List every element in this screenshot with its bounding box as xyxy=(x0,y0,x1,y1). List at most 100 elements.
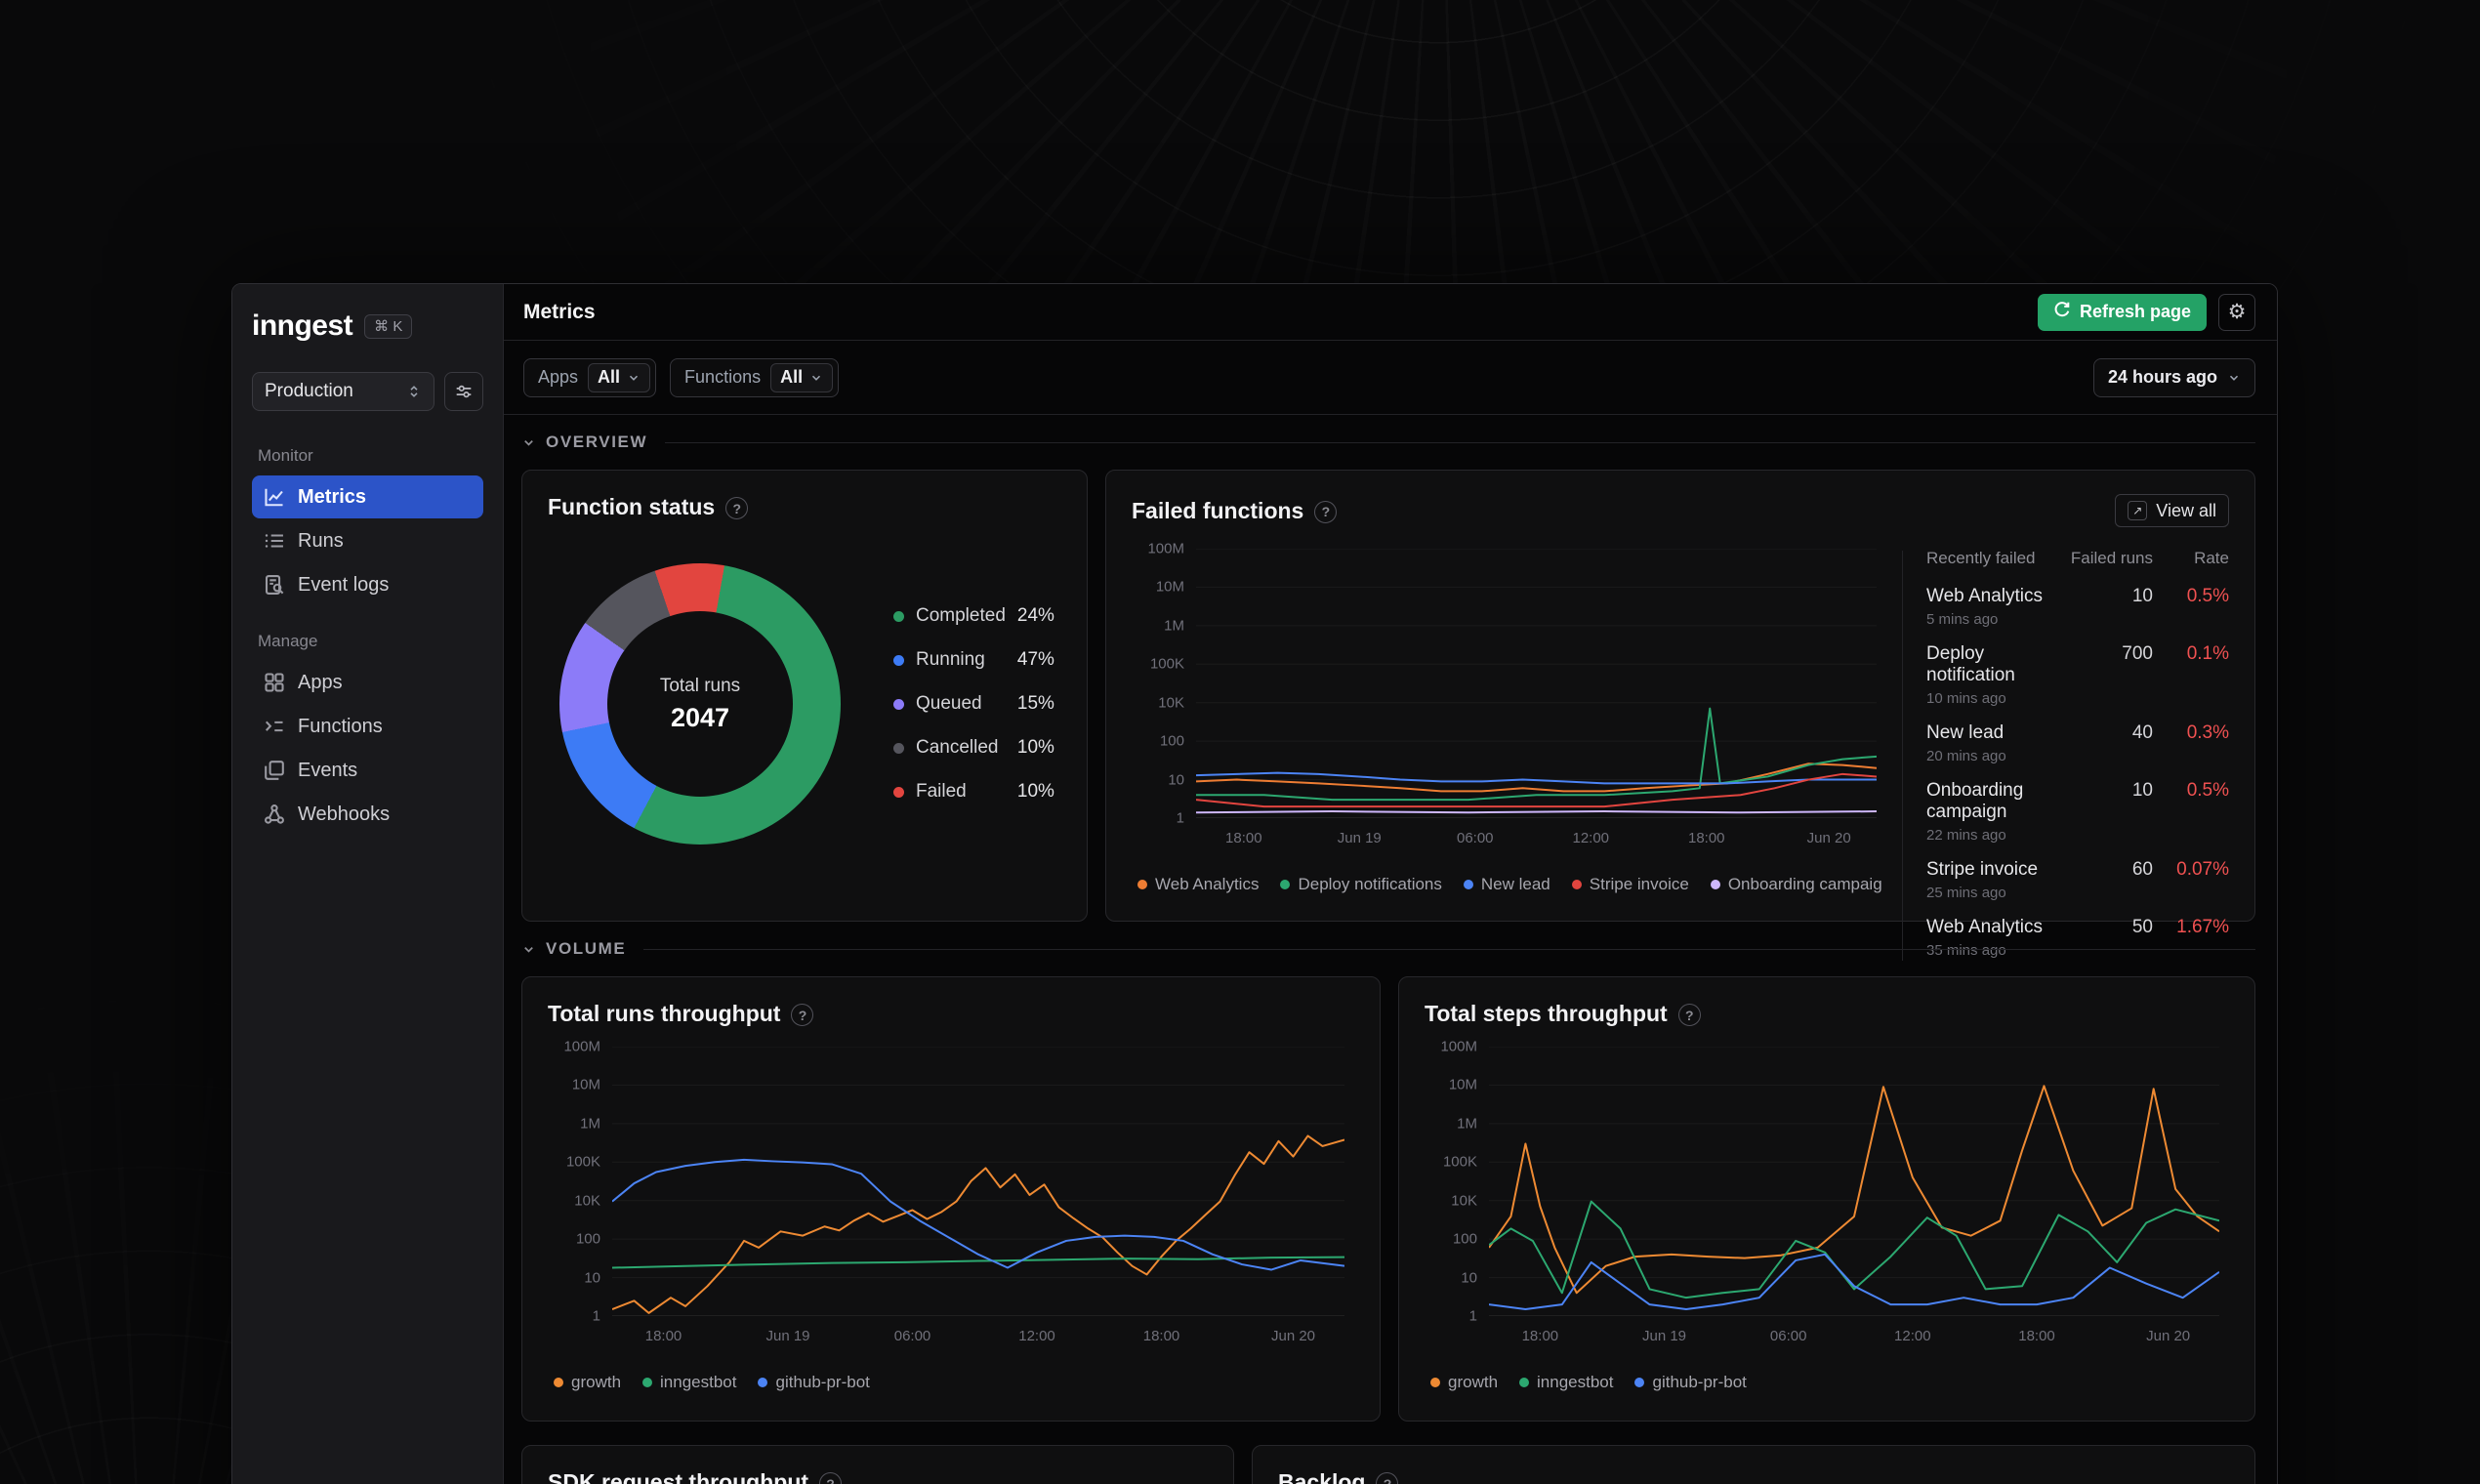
legend-label: Failed xyxy=(916,781,967,802)
help-icon[interactable]: ? xyxy=(1677,1004,1701,1026)
legend-item-growth[interactable]: growth xyxy=(554,1373,621,1392)
legend-percentage: 15% xyxy=(1016,693,1054,714)
environment-filter-button[interactable] xyxy=(444,372,483,411)
failed-function-row[interactable]: Stripe invoice 25 mins ago 60 0.07% xyxy=(1926,859,2229,901)
sliders-icon xyxy=(455,383,473,400)
y-axis-tick: 10 xyxy=(1461,1269,1477,1287)
legend-item-deploy-notifications[interactable]: Deploy notifications xyxy=(1280,875,1442,894)
time-range-value: 24 hours ago xyxy=(2107,367,2217,387)
chart-plot-area xyxy=(1489,1047,2219,1316)
failed-function-row[interactable]: Onboarding campaign 22 mins ago 10 0.5% xyxy=(1926,780,2229,844)
refresh-page-button[interactable]: Refresh page xyxy=(2037,293,2207,331)
command-k-shortcut[interactable]: ⌘ K xyxy=(364,313,413,339)
failed-functions-legend: Web Analytics Deploy notifications New lea… xyxy=(1137,875,1882,894)
x-axis-tick: 06:00 xyxy=(1769,1328,1807,1344)
sidebar-item-apps[interactable]: Apps xyxy=(252,661,483,704)
list-icon xyxy=(264,530,285,552)
status-legend-item-completed: Completed 24% xyxy=(893,605,1054,627)
legend-item-github-pr-bot[interactable]: github-pr-bot xyxy=(1634,1373,1747,1392)
view-all-button[interactable]: ↗ View all xyxy=(2115,494,2229,527)
legend-color-dot xyxy=(893,742,904,754)
x-axis-tick: Jun 19 xyxy=(765,1328,810,1344)
failed-function-name: Onboarding campaign xyxy=(1926,780,2024,822)
failed-function-row[interactable]: Web Analytics 35 mins ago 50 1.67% xyxy=(1926,917,2229,959)
y-axis-tick: 10K xyxy=(1451,1192,1477,1210)
status-legend-item-cancelled: Cancelled 10% xyxy=(893,737,1054,759)
y-axis-tick: 1M xyxy=(1164,617,1184,635)
legend-color-dot xyxy=(893,654,904,666)
failed-functions-title: Failed functions xyxy=(1132,497,1304,523)
failed-function-time: 5 mins ago xyxy=(1926,611,1999,628)
sidebar: inngest ⌘ K Production Monitor Metrics R… xyxy=(232,284,504,1484)
legend-item-new-lead[interactable]: New lead xyxy=(1463,875,1550,894)
total-steps-throughput-chart: 100M 10M 1M 100K 10K 100 10 1 18:00 Jun 19 06:00 12… xyxy=(1425,1039,2229,1361)
sidebar-item-events[interactable]: Events xyxy=(252,749,483,792)
legend-item-github-pr-bot[interactable]: github-pr-bot xyxy=(758,1373,870,1392)
x-axis-tick: Jun 19 xyxy=(1337,830,1382,846)
volume-section-label: VOLUME xyxy=(546,939,627,958)
y-axis-tick: 100K xyxy=(565,1153,600,1171)
section-divider xyxy=(643,948,2255,950)
failed-function-name-cell: Onboarding campaign 22 mins ago xyxy=(1926,780,2047,844)
backlog-card: Backlog ? xyxy=(1252,1445,2255,1484)
functions-filter[interactable]: Functions All xyxy=(670,357,840,397)
x-axis-tick: 06:00 xyxy=(1456,830,1494,846)
section-divider xyxy=(665,441,2255,443)
legend-item-inngestbot[interactable]: inngestbot xyxy=(1519,1373,1613,1392)
help-icon[interactable]: ? xyxy=(725,497,749,519)
failed-function-row[interactable]: Web Analytics 5 mins ago 10 0.5% xyxy=(1926,586,2229,628)
apps-filter[interactable]: Apps All xyxy=(523,357,657,397)
x-axis-tick: Jun 20 xyxy=(1806,830,1851,846)
failed-function-name-cell: Stripe invoice 25 mins ago xyxy=(1926,859,2047,901)
legend-label: Completed xyxy=(916,605,1006,626)
failed-function-name-cell: Web Analytics 35 mins ago xyxy=(1926,917,2047,959)
sidebar-item-webhooks[interactable]: Webhooks xyxy=(252,793,483,836)
help-icon[interactable]: ? xyxy=(791,1004,814,1026)
failed-rate: 0.1% xyxy=(2186,643,2229,664)
sidebar-item-event-logs[interactable]: Event logs xyxy=(252,563,483,606)
legend-color-dot xyxy=(893,786,904,798)
overview-section-header[interactable]: OVERVIEW xyxy=(521,433,2255,452)
app-window: inngest ⌘ K Production Monitor Metrics R… xyxy=(231,283,2278,1484)
sidebar-item-label: Apps xyxy=(298,671,343,693)
y-axis-tick: 100M xyxy=(563,1038,600,1055)
legend-item-growth[interactable]: growth xyxy=(1430,1373,1498,1392)
legend-percentage: 10% xyxy=(1016,737,1054,758)
sdk-request-throughput-title: SDK request throughput xyxy=(548,1469,809,1484)
failed-function-time: 22 mins ago xyxy=(1926,827,2006,844)
legend-color-dot xyxy=(1571,880,1582,889)
total-steps-throughput-legend: growth inngestbot github-pr-bot xyxy=(1430,1373,2225,1392)
nav-group-manage: Manage xyxy=(258,632,318,650)
failed-function-row[interactable]: Deploy notification 10 mins ago 700 0.1% xyxy=(1926,643,2229,707)
time-range-select[interactable]: 24 hours ago xyxy=(2092,357,2255,397)
total-runs-throughput-title: Total runs throughput xyxy=(548,1001,781,1026)
settings-button[interactable]: ⚙ xyxy=(2218,293,2255,331)
legend-percentage: 47% xyxy=(1016,649,1054,670)
sidebar-item-label: Functions xyxy=(298,715,383,737)
help-icon[interactable]: ? xyxy=(819,1472,843,1484)
status-legend-item-queued: Queued 15% xyxy=(893,693,1054,715)
legend-item-onboarding-campaign[interactable]: Onboarding campaign xyxy=(1710,875,1882,894)
environment-select[interactable]: Production xyxy=(252,372,434,411)
total-runs-throughput-legend: growth inngestbot github-pr-bot xyxy=(554,1373,1350,1392)
failed-function-row[interactable]: New lead 20 mins ago 40 0.3% xyxy=(1926,722,2229,764)
sidebar-item-runs[interactable]: Runs xyxy=(252,519,483,562)
legend-item-inngestbot[interactable]: inngestbot xyxy=(642,1373,736,1392)
functions-filter-value: All xyxy=(780,367,804,387)
legend-item-stripe-invoice[interactable]: Stripe invoice xyxy=(1571,875,1689,894)
failed-rate: 0.07% xyxy=(2176,859,2229,880)
failed-rate: 0.3% xyxy=(2186,722,2229,743)
help-icon[interactable]: ? xyxy=(1314,500,1338,523)
help-icon[interactable]: ? xyxy=(1376,1472,1399,1484)
failed-function-name-cell: Web Analytics 5 mins ago xyxy=(1926,586,2047,628)
failed-rate: 0.5% xyxy=(2186,586,2229,606)
functions-filter-label: Functions xyxy=(684,367,762,387)
sidebar-item-metrics[interactable]: Metrics xyxy=(252,475,483,518)
page-title: Metrics xyxy=(523,300,596,323)
webhook-icon xyxy=(264,804,285,825)
sidebar-item-functions[interactable]: Functions xyxy=(252,705,483,748)
legend-item-web-analytics[interactable]: Web Analytics xyxy=(1137,875,1259,894)
chevron-down-icon xyxy=(521,435,536,450)
x-axis-tick: 18:00 xyxy=(1687,830,1725,846)
failed-function-name: Web Analytics xyxy=(1926,917,2043,937)
